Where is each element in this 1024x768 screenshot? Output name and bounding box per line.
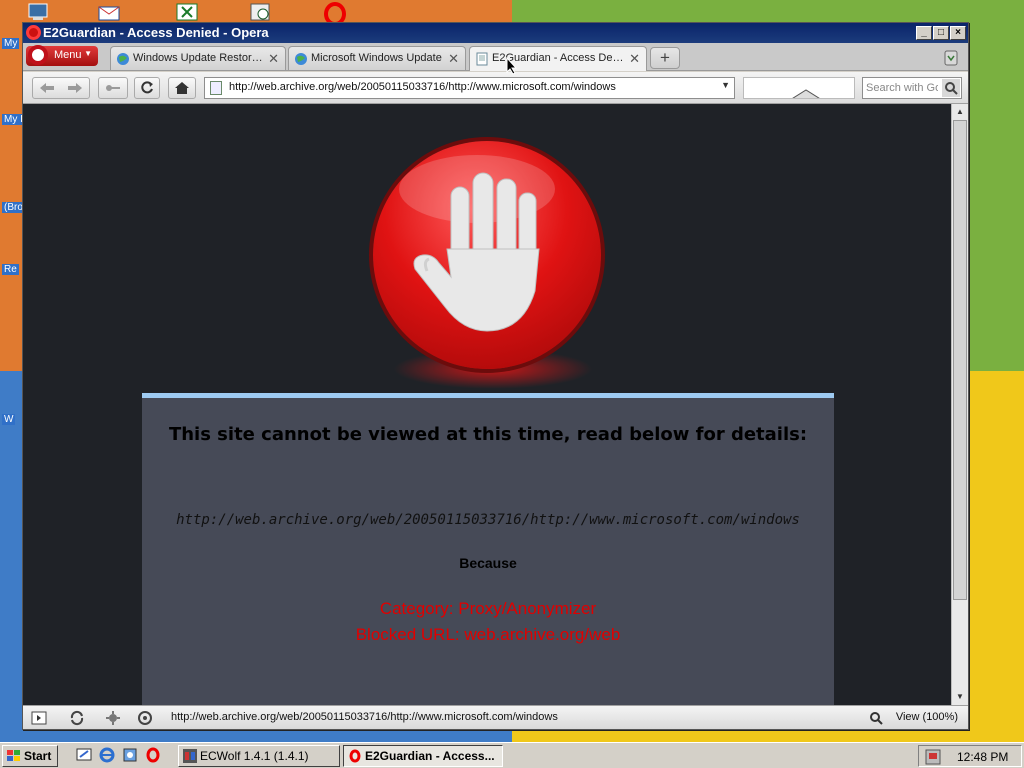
navigation-toolbar: http://web.archive.org/web/2005011503371…: [23, 72, 968, 104]
scheduler-desktop-icon[interactable]: [248, 2, 274, 22]
taskbar-item-ecwolf[interactable]: ECWolf 1.4.1 (1.4.1): [178, 745, 340, 767]
start-label: Start: [24, 749, 52, 763]
mouse-cursor-icon: [506, 57, 518, 75]
show-desktop-icon[interactable]: [76, 747, 92, 763]
system-tray: 12:48 PM: [918, 745, 1022, 767]
minimize-button[interactable]: _: [916, 26, 932, 40]
status-url: http://web.archive.org/web/2005011503371…: [171, 711, 558, 723]
clock[interactable]: 12:48 PM: [957, 750, 1008, 764]
tab-label: Windows Update Restor…: [133, 52, 263, 64]
title-bar[interactable]: E2Guardian - Access Denied - Opera _ □ ×: [23, 23, 968, 43]
search-placeholder: Search with Go: [866, 82, 938, 94]
because-label: Because: [459, 555, 517, 571]
back-forward-group: [32, 77, 90, 99]
tab-label: Microsoft Windows Update: [311, 52, 442, 64]
access-denied-panel: This site cannot be viewed at this time,…: [142, 393, 834, 705]
tab-strip: Menu ▼ Windows Update Restor… ✕ Microsof…: [23, 43, 968, 71]
tab-e2guardian-access-denied[interactable]: E2Guardian - Access De… ✕: [469, 46, 647, 71]
globe-icon: [117, 53, 129, 65]
maximize-button[interactable]: □: [933, 26, 949, 40]
reload-button[interactable]: [134, 77, 160, 99]
taskbar-item-e2guardian[interactable]: E2Guardian - Access...: [343, 745, 503, 767]
opera-desktop-icon[interactable]: [322, 2, 348, 22]
page-content: This site cannot be viewed at this time,…: [23, 104, 951, 705]
excel-desktop-icon[interactable]: [174, 2, 200, 22]
tab-close-icon[interactable]: ✕: [268, 51, 279, 67]
opera-menu-button[interactable]: Menu ▼: [26, 45, 98, 66]
tray-app-icon[interactable]: [925, 749, 941, 765]
page-icon: [210, 81, 222, 95]
new-tab-button[interactable]: +: [650, 47, 680, 69]
block-category: Category: Proxy/Anonymizer: [379, 599, 597, 618]
globe-icon: [295, 53, 307, 65]
chevron-down-icon[interactable]: ▼: [721, 80, 730, 90]
search-icon[interactable]: [942, 79, 960, 97]
back-arrow-icon[interactable]: [38, 81, 56, 95]
address-bar[interactable]: http://web.archive.org/web/2005011503371…: [204, 77, 735, 99]
menu-label: Menu: [54, 49, 82, 61]
opera-logo-icon: [28, 45, 48, 65]
taskbar-item-label: ECWolf 1.4.1 (1.4.1): [200, 749, 309, 763]
close-button[interactable]: ×: [950, 26, 966, 40]
tab-close-icon[interactable]: ✕: [448, 51, 459, 67]
turbo-icon[interactable]: [137, 710, 153, 726]
network-icon[interactable]: [122, 747, 138, 763]
reload-icon: [141, 81, 153, 94]
address-url: http://web.archive.org/web/2005011503371…: [229, 81, 616, 93]
status-bar: http://web.archive.org/web/2005011503371…: [23, 705, 968, 729]
trash-icon[interactable]: [942, 48, 960, 66]
panel-toggle-icon[interactable]: [31, 710, 47, 726]
opera-icon[interactable]: [145, 747, 161, 763]
my-computer-desktop-icon[interactable]: [26, 2, 52, 22]
chevron-down-icon: ▼: [84, 49, 92, 58]
window-title: E2Guardian - Access Denied - Opera: [43, 25, 269, 40]
denied-heading: This site cannot be viewed at this time,…: [168, 424, 808, 445]
taskbar: Start ECWolf 1.4.1 (1.4.1) E2Guardian - …: [0, 742, 1024, 768]
home-icon: [175, 82, 189, 94]
zoom-level[interactable]: View (100%): [896, 711, 958, 723]
opera-icon: [349, 749, 361, 763]
tab-windows-update-restore[interactable]: Windows Update Restor… ✕: [110, 46, 286, 70]
sync-icon[interactable]: [69, 710, 85, 726]
desktop-label[interactable]: Re: [2, 264, 19, 275]
windows-flag-icon: [7, 750, 20, 761]
key-icon: [106, 85, 120, 91]
key-button[interactable]: [98, 77, 128, 99]
search-input[interactable]: Search with Go: [862, 77, 962, 99]
browser-window: E2Guardian - Access Denied - Opera _ □ ×…: [22, 22, 969, 730]
scroll-down-icon[interactable]: ▼: [953, 690, 967, 704]
desktop-label[interactable]: My: [2, 38, 20, 49]
tab-microsoft-windows-update[interactable]: Microsoft Windows Update ✕: [288, 46, 466, 70]
toolbar-extension-area: [743, 77, 855, 99]
book-icon: [792, 89, 820, 98]
taskbar-item-label: E2Guardian - Access...: [365, 749, 495, 763]
vertical-scrollbar[interactable]: ▲ ▼: [951, 104, 968, 705]
blocked-url-rule: Blocked URL: web.archive.org/web: [355, 625, 621, 644]
ecwolf-icon: [183, 749, 197, 763]
start-button[interactable]: Start: [2, 745, 58, 767]
desktop-label[interactable]: W: [2, 414, 16, 425]
internet-explorer-icon[interactable]: [99, 747, 115, 763]
blocked-page-url: http://web.archive.org/web/2005011503371…: [176, 512, 800, 528]
stop-hand-icon: [373, 141, 601, 369]
home-button[interactable]: [168, 77, 196, 99]
outlook-desktop-icon[interactable]: [96, 2, 122, 22]
zoom-icon[interactable]: [868, 710, 884, 726]
tab-close-icon[interactable]: ✕: [629, 51, 640, 67]
forward-arrow-icon[interactable]: [66, 81, 84, 95]
unite-icon[interactable]: [105, 710, 121, 726]
scrollbar-thumb[interactable]: [953, 120, 967, 600]
scroll-up-icon[interactable]: ▲: [953, 105, 967, 119]
opera-icon[interactable]: [26, 25, 41, 40]
page-icon: [476, 52, 488, 66]
